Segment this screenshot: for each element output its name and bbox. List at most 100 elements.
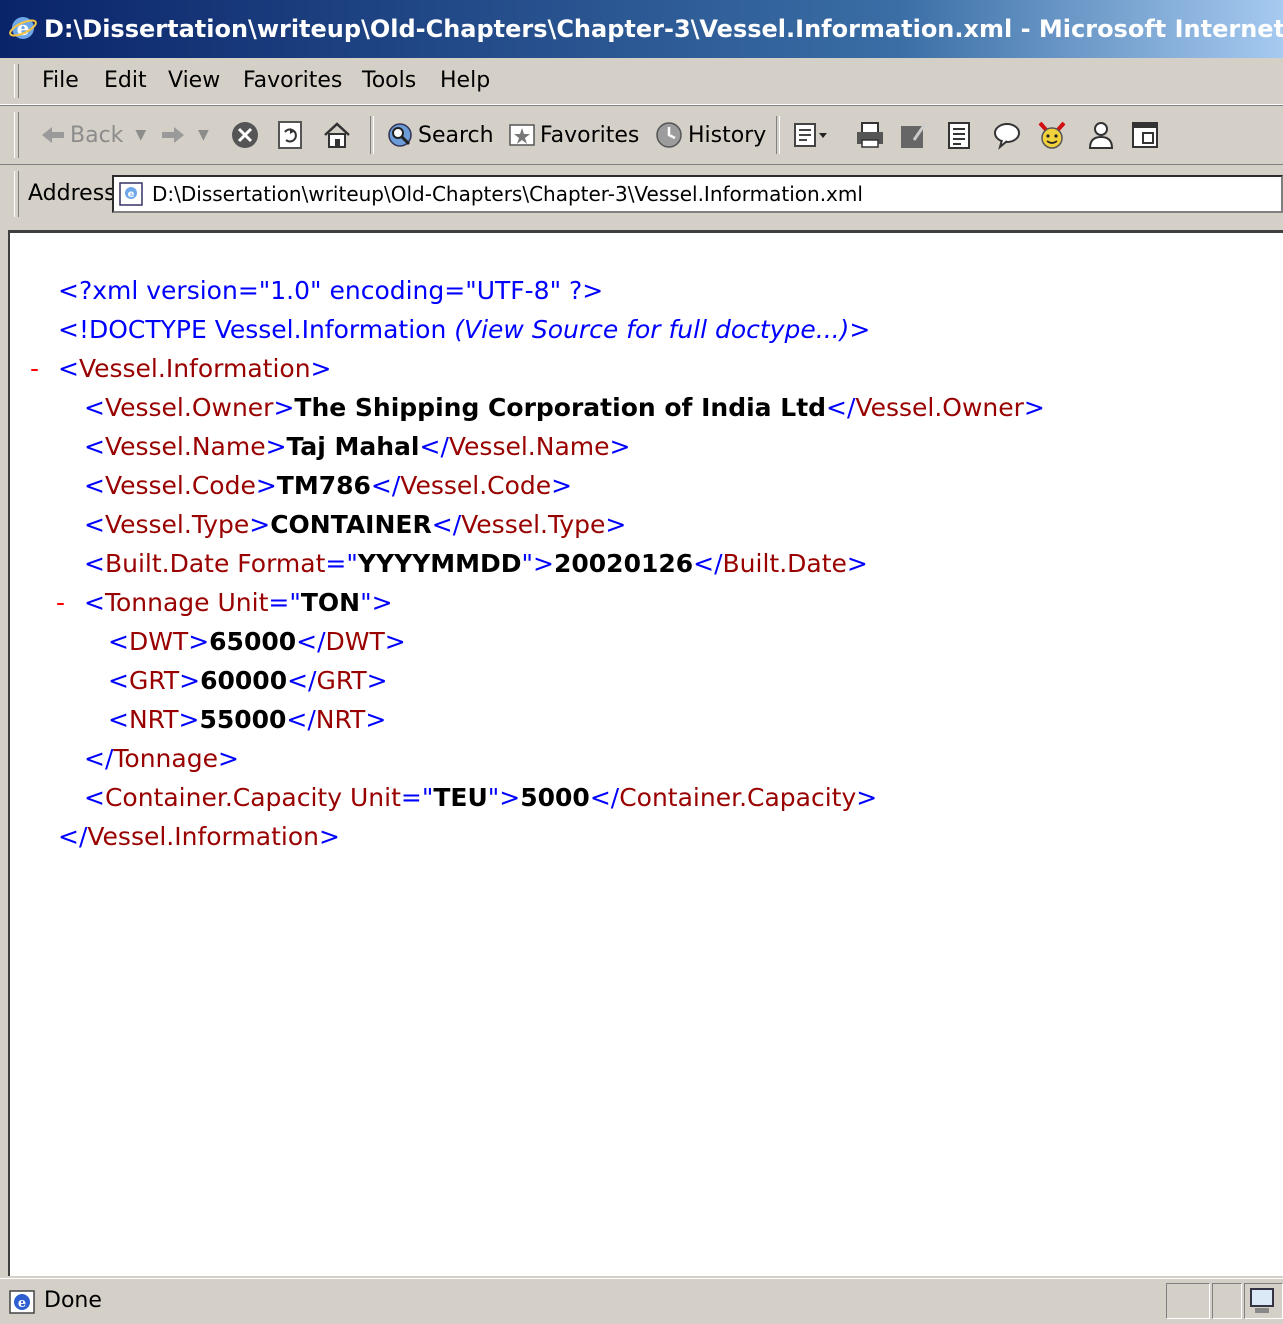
window-icon xyxy=(1132,122,1158,148)
person-icon xyxy=(1088,122,1114,149)
menu-tools[interactable]: Tools xyxy=(362,58,416,104)
messenger-button[interactable] xyxy=(992,113,1022,157)
menu-view[interactable]: View xyxy=(168,58,220,104)
grt-tag-name: GRT xyxy=(128,666,180,695)
ie-page-icon: e xyxy=(9,1290,35,1314)
history-button[interactable]: History xyxy=(654,113,766,157)
name-tag-name: Vessel.Name xyxy=(104,432,266,461)
menu-file[interactable]: File xyxy=(42,58,79,104)
xml-doctype: <!DOCTYPE Vessel.Information (View Sourc… xyxy=(58,314,870,346)
print-button[interactable] xyxy=(854,113,886,157)
dwt-tag-name: DWT xyxy=(128,627,189,656)
xml-nrt-line: <NRT>55000</NRT> xyxy=(108,705,387,734)
xml-grt-line: <GRT>60000</GRT> xyxy=(108,666,388,695)
doctype-text: <!DOCTYPE Vessel.Information xyxy=(58,315,455,344)
window-title: D:\Dissertation\writeup\Old-Chapters\Cha… xyxy=(44,15,1283,43)
forward-dropdown-icon: ▼ xyxy=(198,127,209,143)
favorites-star-icon xyxy=(509,124,535,146)
stop-button[interactable] xyxy=(230,113,260,157)
page-content: <?xml version="1.0" encoding="UTF-8" ?> … xyxy=(8,230,1283,1276)
speech-bubble-icon xyxy=(994,123,1020,150)
collapse-root-toggle[interactable]: - xyxy=(30,353,39,385)
xml-root-open: - <Vessel.Information> xyxy=(30,353,332,385)
dwt-close-tag: DWT xyxy=(325,627,385,656)
refresh-button[interactable] xyxy=(276,113,304,157)
back-button[interactable]: Back ▼ xyxy=(40,113,146,157)
owner-value: The Shipping Corporation of India Ltd xyxy=(294,393,827,422)
built-close-tag: Built.Date xyxy=(722,549,847,578)
mail-button[interactable] xyxy=(792,113,828,157)
built-attr-name: Format xyxy=(237,549,326,578)
owner-tag-name: Vessel.Owner xyxy=(104,393,274,422)
svg-text:e: e xyxy=(18,1296,26,1311)
search-button[interactable]: Search xyxy=(386,113,494,157)
address-input[interactable]: e D:\Dissertation\writeup\Old-Chapters\C… xyxy=(112,175,1283,213)
refresh-icon xyxy=(278,121,302,149)
favorites-button[interactable]: Favorites xyxy=(508,113,639,157)
fullscreen-button[interactable] xyxy=(1130,113,1160,157)
name-value: Taj Mahal xyxy=(286,432,420,461)
address-label: Address xyxy=(28,181,116,206)
dwt-value: 65000 xyxy=(209,627,297,656)
doctype-close: > xyxy=(849,315,871,344)
home-button[interactable] xyxy=(322,113,352,157)
xml-code-line: <Vessel.Code>TM786</Vessel.Code> xyxy=(84,471,573,500)
capacity-attr-name: Unit xyxy=(349,783,401,812)
contacts-button[interactable] xyxy=(1086,113,1116,157)
nrt-value: 55000 xyxy=(199,705,287,734)
stop-icon xyxy=(232,122,258,148)
xml-built-date-line: <Built.Date Format="YYYYMMDD">20020126</… xyxy=(84,549,868,578)
xml-page-icon: e xyxy=(119,182,143,206)
edit-icon xyxy=(901,123,927,148)
status-panel xyxy=(1166,1283,1210,1319)
forward-button[interactable]: ▼ xyxy=(160,113,209,157)
address-url: D:\Dissertation\writeup\Old-Chapters\Cha… xyxy=(152,182,863,206)
tonnage-close-tag: Tonnage xyxy=(113,744,218,773)
code-tag-name: Vessel.Code xyxy=(104,471,256,500)
nrt-close-tag: NRT xyxy=(315,705,366,734)
menu-help[interactable]: Help xyxy=(440,58,490,104)
type-value: CONTAINER xyxy=(270,510,432,539)
capacity-tag-name: Container.Capacity xyxy=(104,783,343,812)
tonnage-attr-value: TON xyxy=(300,588,361,617)
address-bar: Address e D:\Dissertation\writeup\Old-Ch… xyxy=(0,164,1283,223)
capacity-attr-value: TEU xyxy=(433,783,488,812)
built-attr-value: YYYYMMDD xyxy=(357,549,522,578)
xml-declaration-text: <?xml version="1.0" encoding="UTF-8" ?> xyxy=(58,276,604,305)
toolbar-separator xyxy=(370,116,374,154)
xml-dwt-line: <DWT>65000</DWT> xyxy=(108,627,406,656)
name-close-tag: Vessel.Name xyxy=(448,432,610,461)
xml-root-close: </Vessel.Information> xyxy=(58,822,340,851)
capacity-value: 5000 xyxy=(520,783,590,812)
capacity-close-tag: Container.Capacity xyxy=(619,783,857,812)
toolbar-grip[interactable] xyxy=(14,112,19,158)
search-label: Search xyxy=(418,122,494,148)
research-button[interactable] xyxy=(1036,113,1068,157)
discuss-button[interactable] xyxy=(944,113,974,157)
xml-type-line: <Vessel.Type>CONTAINER</Vessel.Type> xyxy=(84,510,627,539)
type-close-tag: Vessel.Type xyxy=(461,510,606,539)
svg-text:e: e xyxy=(17,16,30,40)
history-label: History xyxy=(688,122,767,148)
xml-declaration: <?xml version="1.0" encoding="UTF-8" ?> xyxy=(58,275,603,307)
status-text: Done xyxy=(44,1288,102,1313)
address-bar-grip[interactable] xyxy=(14,171,19,217)
grt-value: 60000 xyxy=(200,666,288,695)
menu-edit[interactable]: Edit xyxy=(104,58,147,104)
menu-favorites[interactable]: Favorites xyxy=(243,58,342,104)
nrt-tag-name: NRT xyxy=(128,705,179,734)
document-icon xyxy=(948,122,970,149)
forward-arrow-icon xyxy=(162,127,184,143)
xml-capacity-line: <Container.Capacity Unit="TEU">5000</Con… xyxy=(84,783,878,812)
status-bar: e Done xyxy=(0,1278,1283,1323)
xml-name-line: <Vessel.Name>Taj Mahal</Vessel.Name> xyxy=(84,432,631,461)
collapse-tonnage-toggle[interactable]: - xyxy=(56,587,65,619)
built-tag-name: Built.Date xyxy=(104,549,230,578)
menu-bar-grip[interactable] xyxy=(14,64,19,98)
computer-zone-icon xyxy=(1250,1288,1274,1313)
root-tag-name: Vessel.Information xyxy=(78,354,311,383)
window-title-bar[interactable]: e D:\Dissertation\writeup\Old-Chapters\C… xyxy=(0,0,1283,58)
code-close-tag: Vessel.Code xyxy=(400,471,552,500)
edit-button[interactable] xyxy=(898,113,928,157)
svg-text:e: e xyxy=(128,189,135,200)
